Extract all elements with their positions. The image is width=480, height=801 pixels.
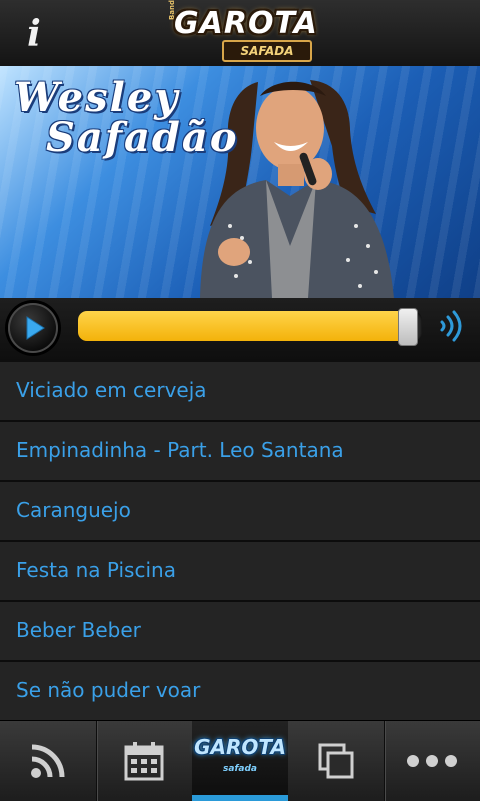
track-item[interactable]: Caranguejo (0, 482, 480, 542)
bottom-tab-bar: GAROTA safada (0, 720, 480, 801)
progress-fill (78, 311, 409, 341)
logo-main-text: GAROTA (174, 6, 318, 41)
more-icon (407, 755, 457, 767)
track-item[interactable]: Viciado em cerveja (0, 362, 480, 422)
track-item[interactable]: Festa na Piscina (0, 542, 480, 602)
track-list: Viciado em cerveja Empinadinha - Part. L… (0, 362, 480, 720)
copy-icon (318, 743, 354, 779)
tab-home[interactable]: GAROTA safada (192, 721, 288, 801)
logo-sub-text: SAFADA (222, 40, 312, 62)
tab-news[interactable] (0, 721, 97, 801)
artist-banner: Wesley Safadão (0, 66, 480, 298)
calendar-icon (124, 742, 164, 781)
volume-icon[interactable] (436, 308, 468, 344)
audio-player (0, 298, 480, 363)
tab-more[interactable] (384, 721, 480, 801)
tab-logo-text: GAROTA (194, 735, 286, 759)
app-logo: Banda GAROTA SAFADA (168, 0, 318, 62)
tab-logo-sub: safada (223, 764, 257, 774)
track-item[interactable]: Se não puder voar (0, 662, 480, 720)
play-icon (26, 316, 45, 340)
tab-agenda[interactable] (96, 721, 193, 801)
app-header: i Banda GAROTA SAFADA (0, 0, 480, 67)
rss-icon (31, 744, 65, 778)
tab-gallery[interactable] (288, 721, 385, 801)
garota-logo: GAROTA safada (194, 736, 286, 780)
progress-thumb[interactable] (398, 308, 419, 346)
artist-name-line2: Safadão (46, 114, 239, 161)
track-item[interactable]: Beber Beber (0, 602, 480, 662)
info-icon: i (27, 13, 41, 55)
play-button[interactable] (8, 303, 58, 353)
info-button[interactable]: i (14, 12, 54, 56)
artist-name: Wesley Safadão (14, 78, 244, 158)
progress-bar[interactable] (78, 308, 422, 346)
track-item[interactable]: Empinadinha - Part. Leo Santana (0, 422, 480, 482)
